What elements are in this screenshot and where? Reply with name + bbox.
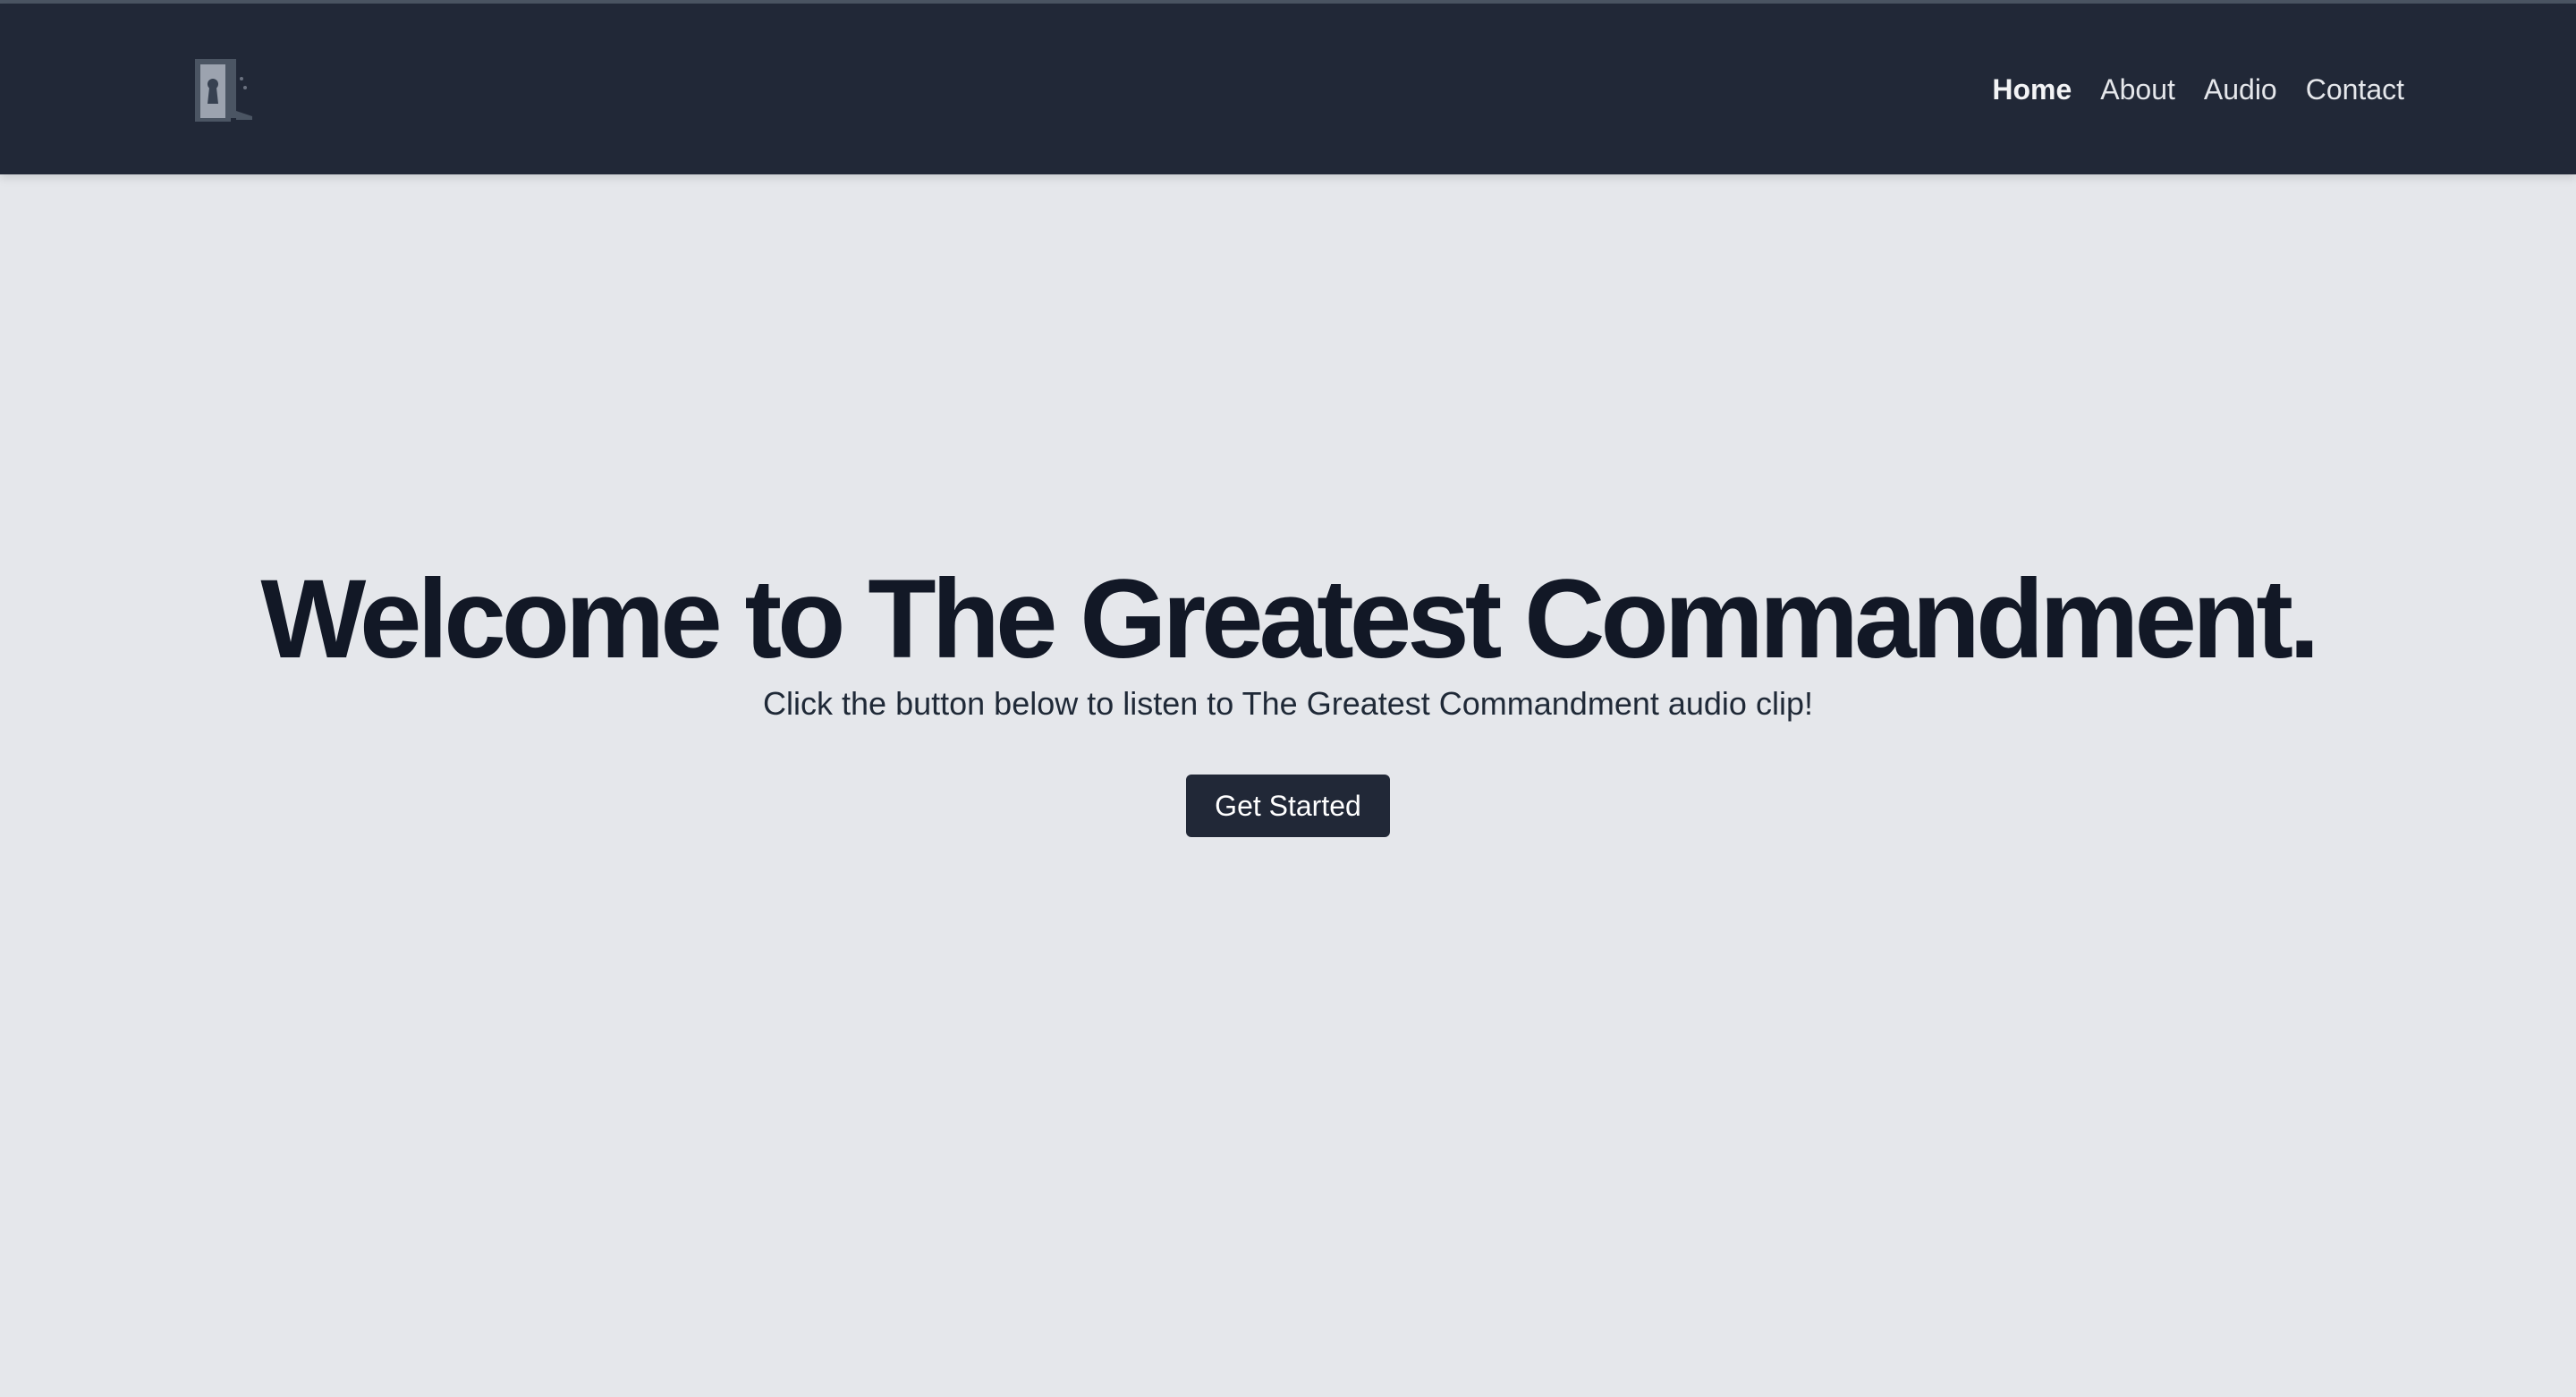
main-nav: Home About Audio Contact: [1992, 4, 2404, 174]
door-logo-icon[interactable]: [193, 57, 254, 123]
nav-link-about[interactable]: About: [2100, 75, 2175, 104]
nav-link-home[interactable]: Home: [1992, 75, 2072, 104]
hero-section: Welcome to The Greatest Commandment. Cli…: [0, 557, 2576, 838]
hero-subtitle: Click the button below to listen to The …: [763, 685, 1813, 722]
get-started-button[interactable]: Get Started: [1186, 775, 1390, 838]
nav-link-audio[interactable]: Audio: [2204, 75, 2277, 104]
nav-link-contact[interactable]: Contact: [2306, 75, 2404, 104]
navbar: Home About Audio Contact: [0, 4, 2576, 174]
hero-title: Welcome to The Greatest Commandment.: [260, 557, 2319, 682]
